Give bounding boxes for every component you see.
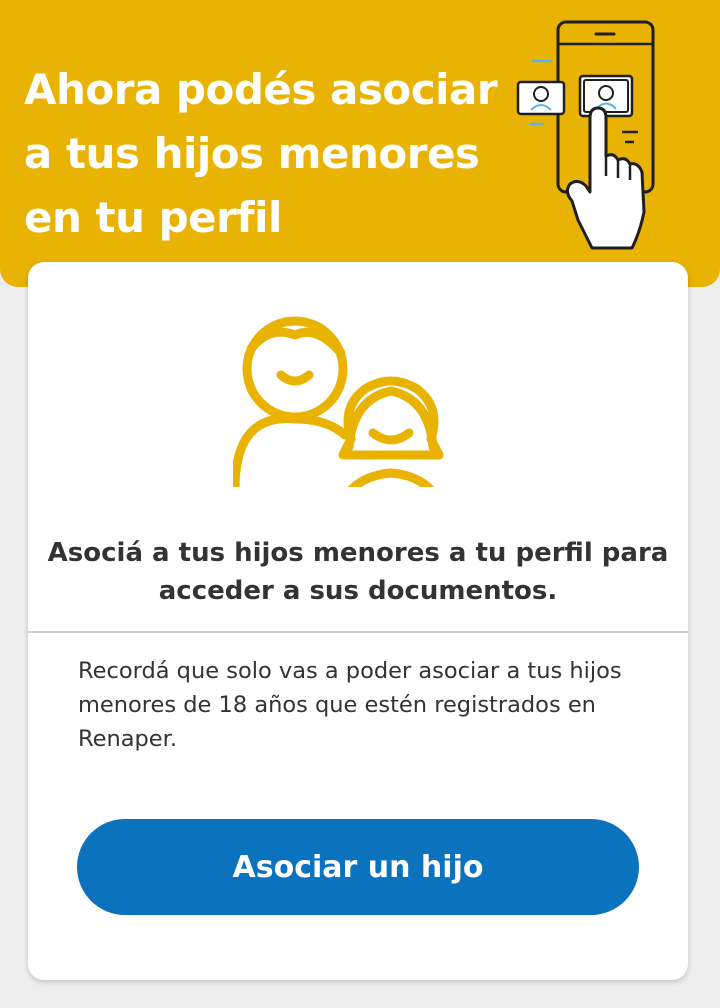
banner-title: Ahora podés asociar a tus hijos menores … (24, 65, 498, 242)
associate-child-card: Asociá a tus hijos menores a tu perfil p… (28, 262, 688, 980)
promo-banner: Ahora podés asociar a tus hijos menores … (0, 0, 720, 287)
card-body-text: Recordá que solo vas a poder asociar a t… (78, 658, 622, 752)
associate-child-button-label: Asociar un hijo (232, 849, 484, 885)
card-heading: Asociá a tus hijos menores a tu perfil p… (47, 538, 669, 606)
children-icon (233, 316, 444, 487)
phone-hand-select-profile-icon (516, 20, 655, 250)
associate-child-button[interactable]: Asociar un hijo (77, 819, 639, 915)
divider (28, 631, 688, 633)
